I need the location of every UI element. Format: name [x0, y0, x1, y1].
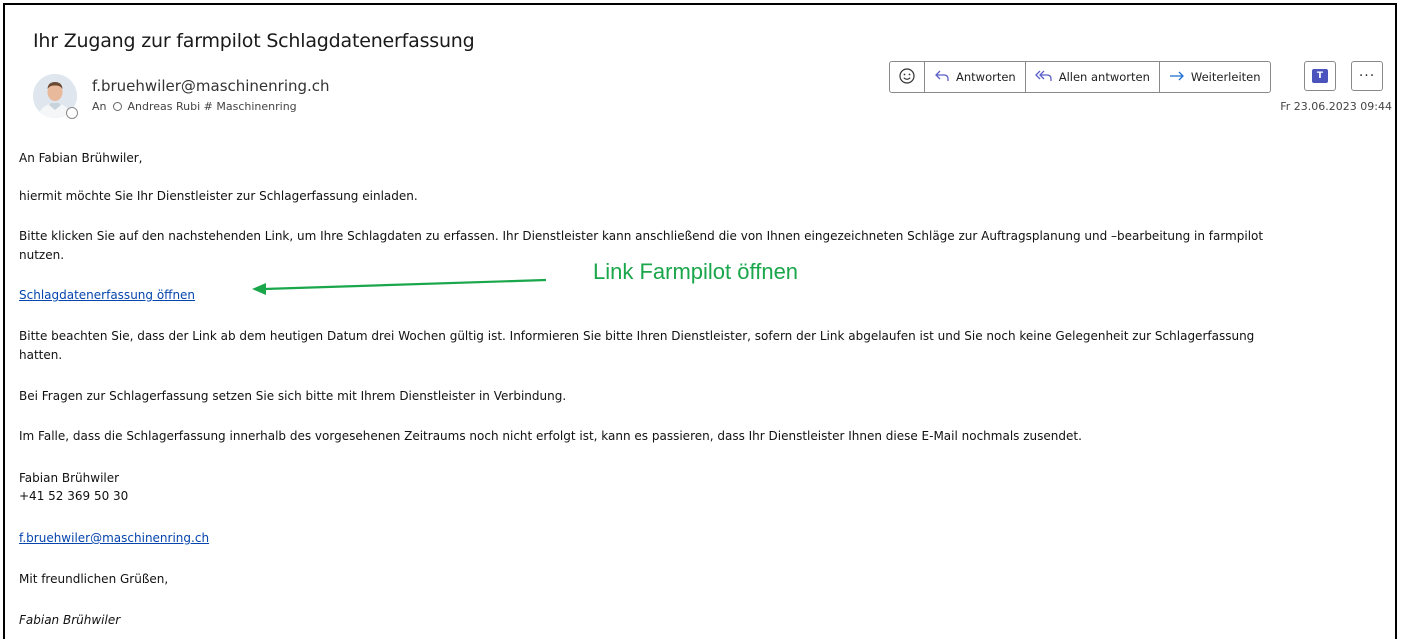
- annotation-label: Link Farmpilot öffnen: [593, 259, 799, 284]
- teams-icon: T: [1312, 69, 1328, 83]
- body-paragraph-5: Im Falle, dass die Schlagerfassung inner…: [19, 429, 1082, 443]
- emoji-reaction-button[interactable]: [890, 62, 925, 92]
- closing-name: Fabian Brühwiler: [19, 613, 121, 627]
- reply-label: Antworten: [956, 70, 1016, 84]
- email-subject: Ihr Zugang zur farmpilot Schlagdatenerfa…: [33, 30, 475, 52]
- forward-icon: [1169, 69, 1185, 86]
- teams-share-button[interactable]: T: [1304, 61, 1336, 91]
- reply-all-label: Allen antworten: [1058, 70, 1150, 84]
- sender-address[interactable]: f.bruehwiler@maschinenring.ch: [92, 77, 330, 95]
- signature-name: Fabian Brühwiler: [19, 471, 120, 485]
- body-paragraph-2-line-1: Bitte klicken Sie auf den nachstehenden …: [19, 229, 1264, 243]
- more-actions-button[interactable]: ···: [1351, 61, 1383, 91]
- closing: Mit freundlichen Grüßen,: [19, 572, 169, 586]
- body-paragraph-2-line-2: nutzen.: [19, 248, 65, 262]
- body-paragraph-3-line-2: hatten.: [19, 348, 63, 362]
- annotation-arrow: [252, 278, 547, 295]
- greeting: An Fabian Brühwiler,: [19, 151, 143, 165]
- reply-all-icon: [1034, 69, 1053, 86]
- recipient-line: An Andreas Rubi # Maschinenring: [92, 100, 297, 113]
- recipient-status-icon: [112, 102, 122, 111]
- body-paragraph-1: hiermit möchte Sie Ihr Dienstleister zur…: [19, 189, 418, 203]
- to-label: An: [92, 100, 107, 113]
- signature-phone: +41 52 369 50 30: [19, 489, 129, 503]
- signature-email-link[interactable]: f.bruehwiler@maschinenring.ch: [19, 531, 209, 545]
- email-reading-pane: [3, 3, 1397, 639]
- message-toolbar: Antworten Allen antworten Weiterleiten: [889, 61, 1271, 93]
- body-paragraph-4: Bei Fragen zur Schlagerfassung setzen Si…: [19, 389, 567, 403]
- more-icon: ···: [1358, 68, 1376, 84]
- forward-button[interactable]: Weiterleiten: [1160, 62, 1270, 92]
- schlagdaten-link[interactable]: Schlagdatenerfassung öffnen: [19, 288, 195, 302]
- reply-button[interactable]: Antworten: [925, 62, 1026, 92]
- reply-all-button[interactable]: Allen antworten: [1026, 62, 1160, 92]
- emoji-icon: [899, 67, 915, 87]
- sent-date: Fr 23.06.2023 09:44: [1280, 100, 1392, 113]
- recipient-name[interactable]: Andreas Rubi # Maschinenring: [128, 100, 297, 113]
- presence-status-icon: [66, 107, 78, 119]
- forward-label: Weiterleiten: [1190, 70, 1261, 84]
- reply-icon: [934, 69, 950, 86]
- body-paragraph-3-line-1: Bitte beachten Sie, dass der Link ab dem…: [19, 329, 1255, 343]
